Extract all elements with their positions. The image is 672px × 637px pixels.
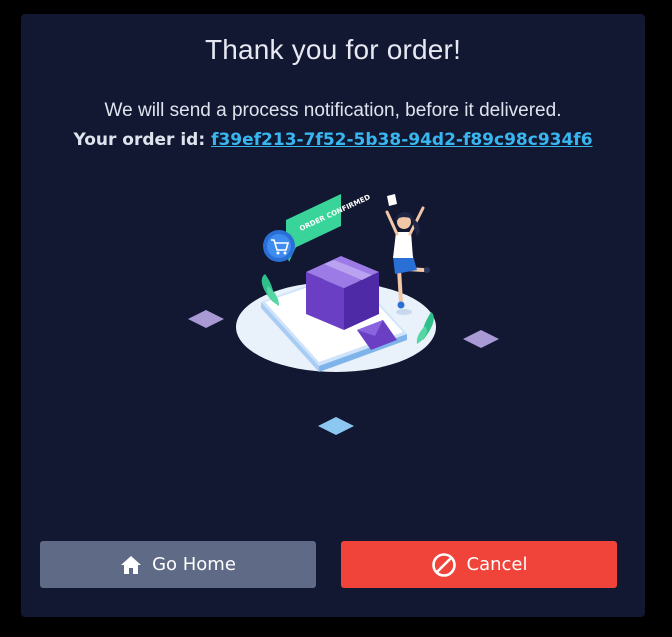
dialog-title: Thank you for order! [204,34,462,65]
go-home-button[interactable]: Go Home [40,541,316,588]
order-id-label: Your order id: [73,130,206,150]
order-id-link[interactable]: f39ef213-7f52-5b38-94d2-f89c98c934f6 [211,130,592,150]
decor-diamond-right [463,330,499,348]
order-confirmed-bubble: ORDER CONFIRMED [286,193,372,262]
order-confirmation-dialog: Thank you for order! We will send a proc… [21,14,645,617]
decor-diamond-bottom [318,417,354,435]
order-confirmed-illustration: ORDER CONFIRMED [188,193,499,435]
go-home-label: Go Home [152,554,236,575]
cancel-label: Cancel [466,554,528,575]
home-icon [121,555,142,574]
ban-icon [431,552,456,577]
cancel-button[interactable]: Cancel [341,541,617,588]
dialog-message: We will send a process notification, bef… [104,100,562,121]
cart-badge-icon [263,230,295,262]
order-id-line: Your order id: f39ef213-7f52-5b38-94d2-f… [21,130,645,150]
decor-diamond-left [188,310,224,328]
